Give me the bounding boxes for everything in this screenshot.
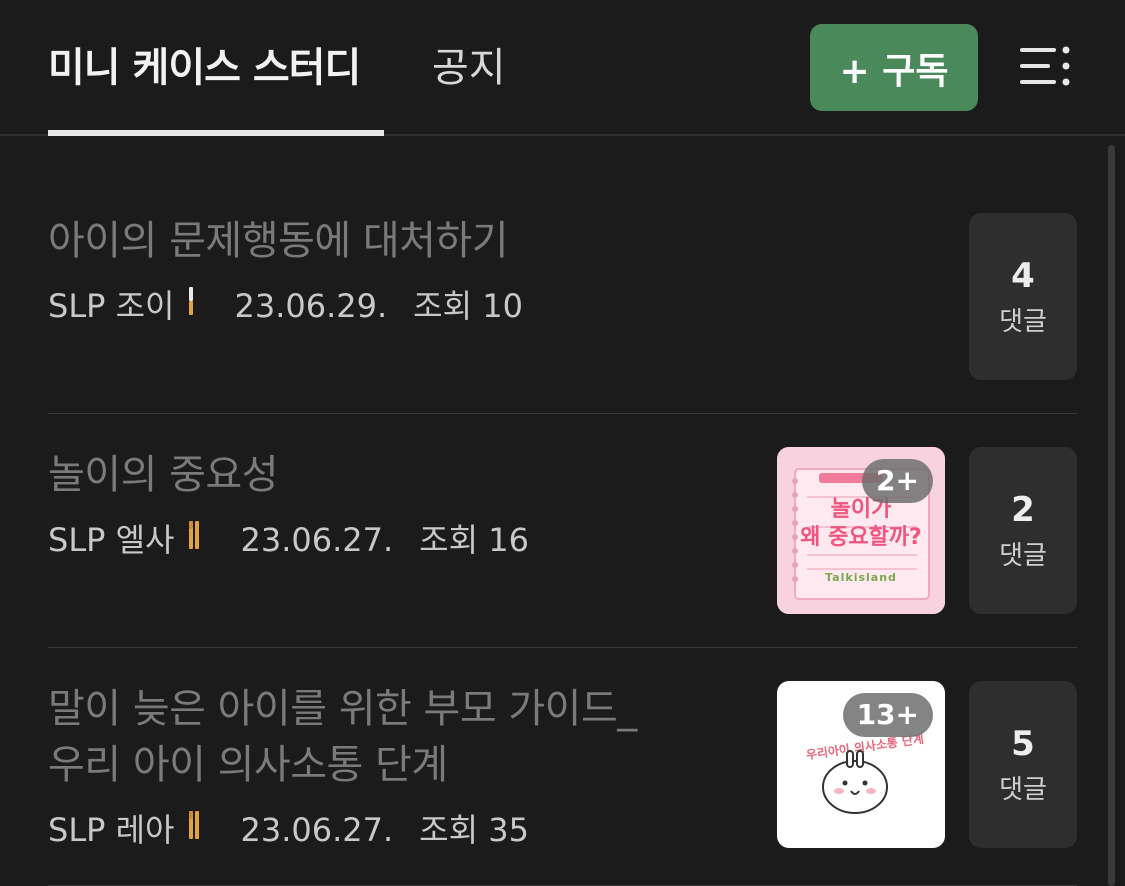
subscribe-button[interactable]: + 구독 (810, 24, 978, 111)
image-count-badge: 13+ (842, 693, 933, 737)
post-title[interactable]: 아이의 문제행동에 대처하기 (48, 214, 509, 268)
thumbnail-title-bottom: 왜 중요할까? (800, 525, 922, 550)
post-views: 조회 35 (419, 811, 529, 849)
post-date: 23.06.27. (240, 811, 394, 849)
comment-button[interactable]: 5 댓글 (969, 681, 1077, 848)
post-thumbnail[interactable]: 우리아이 의사소통 단계 13+ (777, 681, 945, 848)
comment-button[interactable]: 2 댓글 (969, 447, 1077, 614)
post-date: 23.06.27. (240, 521, 394, 559)
post-meta: SLP 조이 23.06.29. 조회 10 (48, 284, 523, 328)
image-count-badge: 2+ (862, 459, 933, 503)
list-item[interactable]: 아이의 문제행동에 대처하기 SLP 조이 23.06.29. 조회 10 4 … (48, 136, 1077, 414)
post-author: SLP 조이 (48, 287, 175, 325)
menu-icon[interactable] (1018, 44, 1074, 88)
board-header: 미니 케이스 스터디 공지 + 구독 (0, 0, 1125, 136)
post-date: 23.06.29. (234, 287, 388, 325)
post-thumbnail[interactable]: 놀이가 왜 중요할까? Talkisland 2+ (777, 447, 945, 614)
comment-count: 5 (1011, 723, 1035, 764)
list-item[interactable]: 놀이의 중요성 SLP 엘사 23.06.27. 조회 16 놀이가 왜 중요할… (48, 414, 1077, 648)
post-meta: SLP 엘사 23.06.27. 조회 16 (48, 518, 529, 562)
author-badge-icon (187, 284, 195, 328)
comment-button[interactable]: 4 댓글 (969, 213, 1077, 380)
post-views: 조회 16 (419, 521, 529, 559)
comment-count: 2 (1011, 489, 1035, 530)
comment-label: 댓글 (999, 306, 1047, 337)
author-badge-icon (187, 518, 201, 562)
thumbnail-brand: Talkisland (825, 571, 897, 584)
post-author: SLP 레아 (48, 811, 175, 849)
tab-notice[interactable]: 공지 (432, 40, 506, 96)
tab-mini-case-study[interactable]: 미니 케이스 스터디 (48, 40, 361, 96)
comment-label: 댓글 (999, 540, 1047, 571)
post-title[interactable]: 놀이의 중요성 (48, 448, 279, 502)
post-meta: SLP 레아 23.06.27. 조회 35 (48, 808, 529, 852)
post-views: 조회 10 (413, 287, 523, 325)
post-title-line1[interactable]: 말이 늦은 아이를 위한 부모 가이드_ (48, 682, 637, 736)
author-badge-icon (187, 808, 201, 852)
post-author: SLP 엘사 (48, 521, 175, 559)
comment-count: 4 (1011, 255, 1035, 296)
comment-label: 댓글 (999, 774, 1047, 805)
scrollbar[interactable] (1108, 145, 1115, 886)
list-item[interactable]: 말이 늦은 아이를 위한 부모 가이드_ 우리 아이 의사소통 단계 SLP 레… (48, 648, 1077, 886)
post-title-line2[interactable]: 우리 아이 의사소통 단계 (48, 738, 448, 792)
